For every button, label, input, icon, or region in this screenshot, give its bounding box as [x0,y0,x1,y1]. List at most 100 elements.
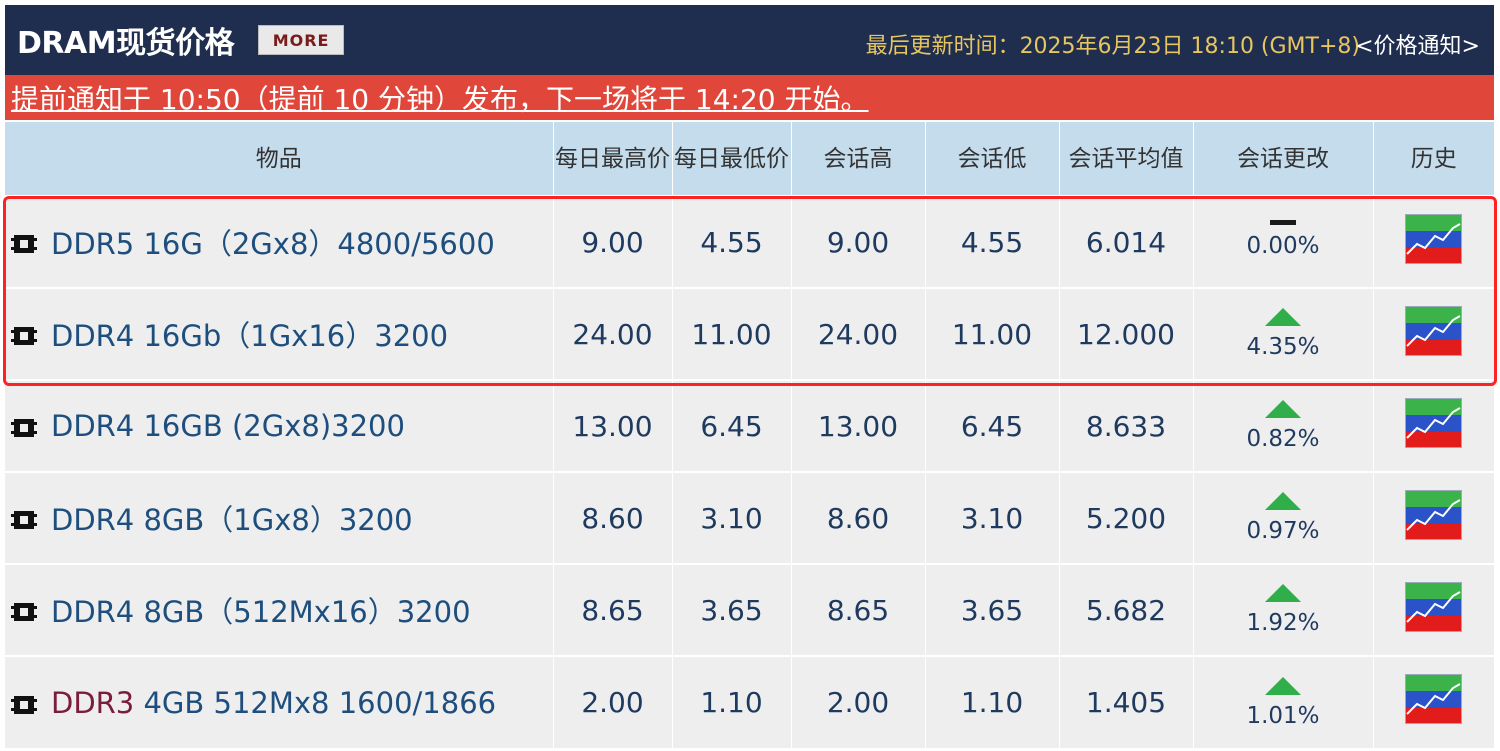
session-high-cell: 8.60 [790,471,925,564]
daily-low-cell: 1.10 [671,655,791,748]
price-notice-link[interactable]: <价格通知> [1355,28,1480,60]
item-name-text: DDR4 16Gb（1Gx16）3200 [51,319,449,353]
col-header-session-avg: 会话平均值 [1058,122,1193,196]
daily-low-cell: 6.45 [671,379,791,472]
item-wrap: DDR5 16G（2Gx8）4800/5600 [11,221,553,263]
table-row: DDR4 16Gb（1Gx16）3200 24.00 11.00 24.00 11.00… [5,287,1494,380]
item-name-prefix: DDR3 [51,685,135,720]
memory-chip-icon [11,322,37,346]
item-name-link[interactable]: DDR4 16Gb（1Gx16）3200 [51,313,448,355]
session-low-cell: 6.45 [924,379,1059,472]
history-chart-icon[interactable] [1405,674,1463,724]
up-arrow-icon [1265,400,1301,418]
history-chart-icon[interactable] [1405,489,1463,540]
item-name-text: DDR4 8GB（512Mx16）3200 [51,595,471,629]
item-cell: DDR4 8GB（1Gx8）3200 [5,471,553,564]
change-wrap: 0.00% [1194,197,1373,287]
table-row: DDR4 16GB (2Gx8)3200 13.00 6.45 13.00 6.45 8.… [5,379,1494,472]
change-wrap: 0.82% [1194,381,1373,471]
item-name-link[interactable]: DDR3 4GB 512Mx8 1600/1866 [51,686,496,720]
item-wrap: DDR4 16GB (2Gx8)3200 [11,409,553,443]
session-change-cell: 4.35% [1192,287,1373,380]
col-header-session-high: 会话高 [790,122,925,196]
memory-chip-icon [11,230,37,254]
session-avg-cell: 12.000 [1058,287,1193,380]
session-change-cell: 1.92% [1192,563,1373,656]
item-wrap: DDR4 16Gb（1Gx16）3200 [11,313,553,355]
change-percent: 4.35% [1246,334,1320,360]
session-high-cell: 13.00 [790,379,925,472]
table-row: DDR3 4GB 512Mx8 1600/1866 2.00 1.10 2.00 1.1… [5,655,1494,748]
session-low-cell: 3.10 [924,471,1059,564]
history-cell [1372,195,1494,288]
item-wrap: DDR3 4GB 512Mx8 1600/1866 [11,686,553,720]
item-cell: DDR5 16G（2Gx8）4800/5600 [5,195,553,288]
daily-high-cell: 13.00 [552,379,672,472]
up-arrow-icon [1265,584,1301,602]
col-header-item: 物品 [5,122,553,196]
history-chart-icon[interactable] [1405,397,1463,448]
session-low-cell: 4.55 [924,195,1059,288]
session-high-cell: 2.00 [790,655,925,748]
session-high-cell: 9.00 [790,195,925,288]
daily-high-cell: 8.60 [552,471,672,564]
change-wrap: 1.01% [1194,657,1373,748]
item-name-link[interactable]: DDR4 16GB (2Gx8)3200 [51,409,405,443]
change-percent: 0.00% [1246,232,1320,259]
daily-low-cell: 3.65 [671,563,791,656]
session-avg-cell: 6.014 [1058,195,1193,288]
session-high-cell: 8.65 [790,563,925,656]
change-percent: 1.92% [1246,610,1320,636]
item-wrap: DDR4 8GB（512Mx16）3200 [11,589,553,631]
session-low-cell: 3.65 [924,563,1059,656]
item-name-link[interactable]: DDR5 16G（2Gx8）4800/5600 [51,221,495,263]
change-wrap: 1.92% [1194,565,1373,655]
table-row: DDR4 8GB（1Gx8）3200 8.60 3.10 8.60 3.10 5.200 0… [5,471,1494,564]
session-high-cell: 24.00 [790,287,925,380]
last-updated-text: 最后更新时间：2025年6月23日 18:10 (GMT+8) [865,34,1360,59]
memory-chip-icon [11,598,37,622]
history-chart-icon[interactable] [1405,213,1463,264]
col-header-history: 历史 [1372,122,1494,196]
daily-low-cell: 3.10 [671,471,791,564]
session-low-cell: 1.10 [924,655,1059,748]
session-change-cell: 1.01% [1192,655,1373,748]
daily-high-cell: 9.00 [552,195,672,288]
table-header-row: 物品 每日最高价 每日最低价 会话高 会话低 会话平均值 会话更改 历史 [5,122,1494,196]
up-arrow-icon [1265,492,1301,510]
col-header-session-low: 会话低 [924,122,1059,196]
history-chart-icon[interactable] [1405,581,1463,632]
item-name-link[interactable]: DDR4 8GB（512Mx16）3200 [51,589,471,631]
daily-low-cell: 4.55 [671,195,791,288]
item-wrap: DDR4 8GB（1Gx8）3200 [11,497,553,539]
col-header-daily-low: 每日最低价 [671,122,791,196]
history-cell [1372,379,1494,472]
daily-high-cell: 2.00 [552,655,672,748]
session-change-cell: 0.82% [1192,379,1373,472]
history-cell [1372,287,1494,380]
change-percent: 0.82% [1246,426,1320,452]
more-button[interactable]: MORE [258,25,345,55]
flat-dash-icon [1270,219,1296,225]
change-wrap: 0.97% [1194,473,1373,563]
item-name-link[interactable]: DDR4 8GB（1Gx8）3200 [51,497,413,539]
item-cell: DDR4 16GB (2Gx8)3200 [5,379,553,472]
change-wrap: 4.35% [1194,289,1373,379]
session-change-cell: 0.97% [1192,471,1373,564]
table-row: DDR5 16G（2Gx8）4800/5600 9.00 4.55 9.00 4.55 6… [5,195,1494,288]
memory-chip-icon [11,506,37,530]
page-title: DRAM现货价格 [17,26,235,61]
daily-low-cell: 11.00 [671,287,791,380]
item-name-text: DDR4 16GB (2Gx8)3200 [51,409,405,443]
history-cell [1372,655,1494,748]
history-cell [1372,471,1494,564]
session-change-cell: 0.00% [1192,195,1373,288]
daily-high-cell: 8.65 [552,563,672,656]
notice-bar: 提前通知于 10:50（提前 10 分钟）发布，下一场将于 14:20 开始。 [5,75,1494,120]
up-arrow-icon [1265,308,1301,326]
item-name-text: 4GB 512Mx8 1600/1866 [134,685,497,720]
notice-link[interactable]: 提前通知于 10:50（提前 10 分钟）发布，下一场将于 14:20 开始。 [11,78,869,118]
history-chart-icon[interactable] [1405,305,1463,356]
item-cell: DDR4 16Gb（1Gx16）3200 [5,287,553,380]
table-row: DDR4 8GB（512Mx16）3200 8.65 3.65 8.65 3.65 5.6… [5,563,1494,656]
